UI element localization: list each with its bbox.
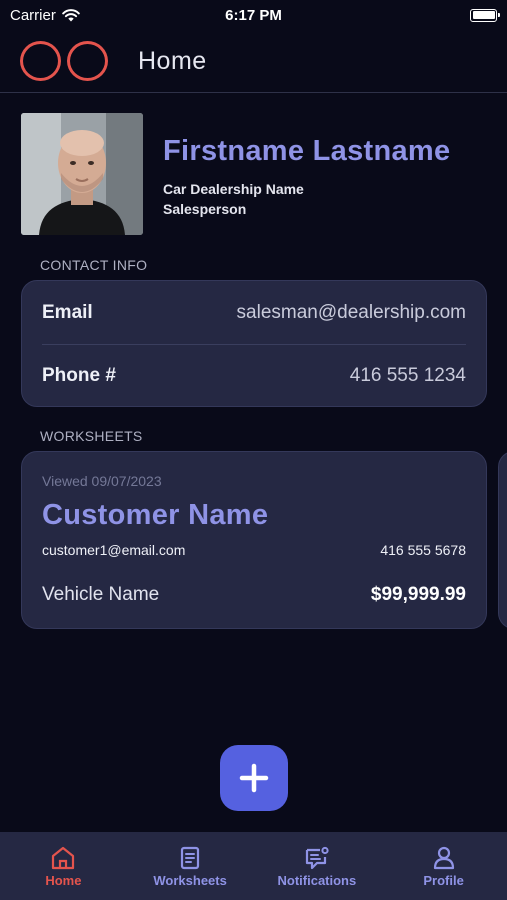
worksheet-customer-phone: 416 555 5678 <box>380 542 466 558</box>
worksheet-icon <box>181 846 200 870</box>
status-bar: Carrier 6:17 PM <box>0 0 507 30</box>
status-left: Carrier <box>10 7 80 24</box>
email-label: Email <box>42 301 93 323</box>
tab-profile-label: Profile <box>423 873 464 888</box>
avatar-photo <box>21 113 143 235</box>
wifi-icon <box>62 8 80 21</box>
worksheet-vehicle-name: Vehicle Name <box>42 584 160 605</box>
profile-icon <box>433 846 454 870</box>
tab-bar: Home Worksheets Notifications Profile <box>0 832 507 900</box>
email-row[interactable]: Email salesman@dealership.com <box>22 281 486 344</box>
add-worksheet-button[interactable] <box>220 745 288 811</box>
email-value: salesman@dealership.com <box>236 301 466 323</box>
tab-notifications[interactable]: Notifications <box>254 832 381 900</box>
worksheet-vehicle-row: Vehicle Name $99,999.99 <box>42 584 466 606</box>
phone-row[interactable]: Phone # 416 555 1234 <box>42 344 466 407</box>
worksheet-customer-email: customer1@email.com <box>42 542 186 558</box>
page-title: Home <box>138 46 207 75</box>
worksheets-section-label: WORKSHEETS <box>40 428 143 444</box>
profile-dealership: Car Dealership Name <box>163 181 304 197</box>
worksheet-viewed-date: Viewed 09/07/2023 <box>42 473 162 489</box>
tab-profile[interactable]: Profile <box>380 832 507 900</box>
logo-ring-left <box>20 41 61 81</box>
tab-worksheets[interactable]: Worksheets <box>127 832 254 900</box>
tab-worksheets-label: Worksheets <box>153 873 227 888</box>
tab-home[interactable]: Home <box>0 832 127 900</box>
notifications-icon <box>305 846 329 870</box>
home-icon <box>52 846 75 870</box>
worksheet-card[interactable]: Viewed 09/07/2023 Customer Name customer… <box>21 451 487 629</box>
plus-icon <box>239 763 269 793</box>
worksheet-price: $99,999.99 <box>370 584 466 605</box>
worksheet-contact-row: customer1@email.com 416 555 5678 <box>42 542 466 558</box>
profile-role: Salesperson <box>163 201 247 217</box>
tab-notifications-label: Notifications <box>277 873 357 888</box>
phone-value: 416 555 1234 <box>349 365 466 386</box>
battery-icon <box>470 8 500 22</box>
profile-name: Firstname Lastname <box>163 135 451 167</box>
carrier-label: Carrier <box>10 6 56 24</box>
worksheet-customer-name: Customer Name <box>42 499 269 531</box>
profile-summary: Firstname Lastname Car Dealership Name S… <box>21 113 487 235</box>
app-header: Home <box>0 30 507 93</box>
worksheet-card-next-peek[interactable] <box>498 451 507 629</box>
logo-ring-right <box>67 41 108 81</box>
profile-info: Firstname Lastname Car Dealership Name S… <box>163 113 450 235</box>
avatar <box>21 113 143 235</box>
app-logo[interactable] <box>20 41 108 81</box>
tab-home-label: Home <box>45 873 82 888</box>
contact-section-label: CONTACT INFO <box>40 257 148 273</box>
contact-card: Email salesman@dealership.com Phone # 41… <box>21 280 487 407</box>
phone-label: Phone # <box>42 365 116 386</box>
